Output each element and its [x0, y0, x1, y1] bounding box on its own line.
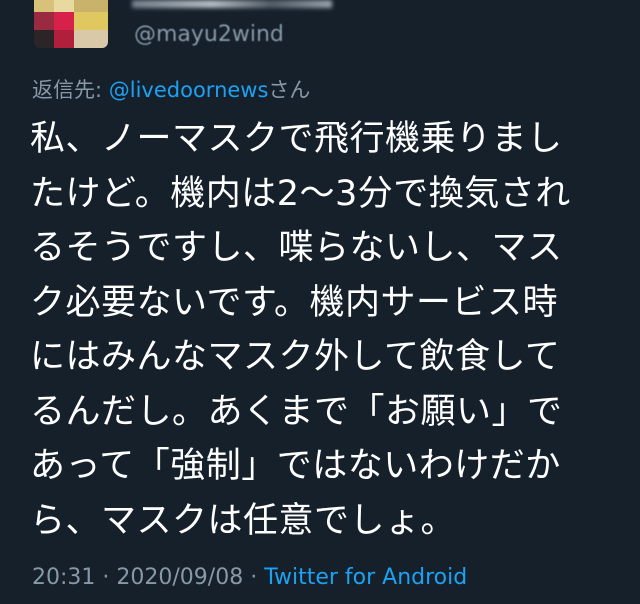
display-name-blur — [132, 0, 332, 8]
reply-prefix: 返信先: — [32, 78, 109, 102]
tweet-detail-screen: @mayu2wind 返信先: @livedoornewsさん 私、ノーマスクで… — [0, 0, 640, 604]
tweet-text: 私、ノーマスクで飛行機乗りまし たけど。機内は2〜3分で換気され るそうですし、… — [30, 112, 610, 548]
reply-mention-link[interactable]: @livedoornews — [109, 78, 269, 102]
tweet-date: 2020/09/08 — [116, 565, 244, 590]
avatar-pixel — [34, 12, 54, 30]
meta-separator: · — [243, 565, 265, 590]
tweet-text-line: ク必要ないです。機内サービス時 — [30, 282, 558, 323]
avatar-pixel — [54, 0, 74, 12]
avatar-pixel — [34, 0, 54, 12]
tweet-text-line: るんだし。あくまで「お願い」で — [30, 391, 563, 432]
tweet-text-line: るそうですし、喋らないし、マス — [30, 228, 563, 268]
tweet-text-line: 私、ノーマスクで飛行機乗りまし — [30, 119, 563, 159]
tweet-text-line: にはみんなマスク外して飲食して — [30, 337, 561, 377]
avatar-pixel — [74, 0, 108, 12]
avatar-pixel — [34, 30, 54, 48]
avatar-pixel — [74, 30, 108, 48]
tweet-text-line: たけど。機内は2〜3分で換気され — [30, 173, 571, 214]
tweet-text-line: あって「強制」ではないわけだか — [30, 446, 561, 486]
tweet-source-link[interactable]: Twitter for Android — [264, 565, 467, 590]
tweet-text-line: ら、マスクは任意でしょ。 — [30, 500, 457, 541]
avatar-pixel — [74, 12, 108, 30]
reply-suffix: さん — [268, 78, 311, 102]
reply-to-line: 返信先: @livedoornewsさん — [32, 74, 310, 104]
tweet-meta: 20:31 · 2020/09/08 · Twitter for Android — [32, 565, 467, 590]
tweet-time: 20:31 — [32, 565, 96, 590]
avatar-pixel — [54, 12, 74, 30]
avatar[interactable] — [34, 0, 108, 48]
avatar-pixel — [54, 30, 74, 48]
tweet-header: @mayu2wind — [0, 0, 640, 64]
meta-separator: · — [95, 565, 117, 590]
user-handle[interactable]: @mayu2wind — [134, 22, 284, 47]
